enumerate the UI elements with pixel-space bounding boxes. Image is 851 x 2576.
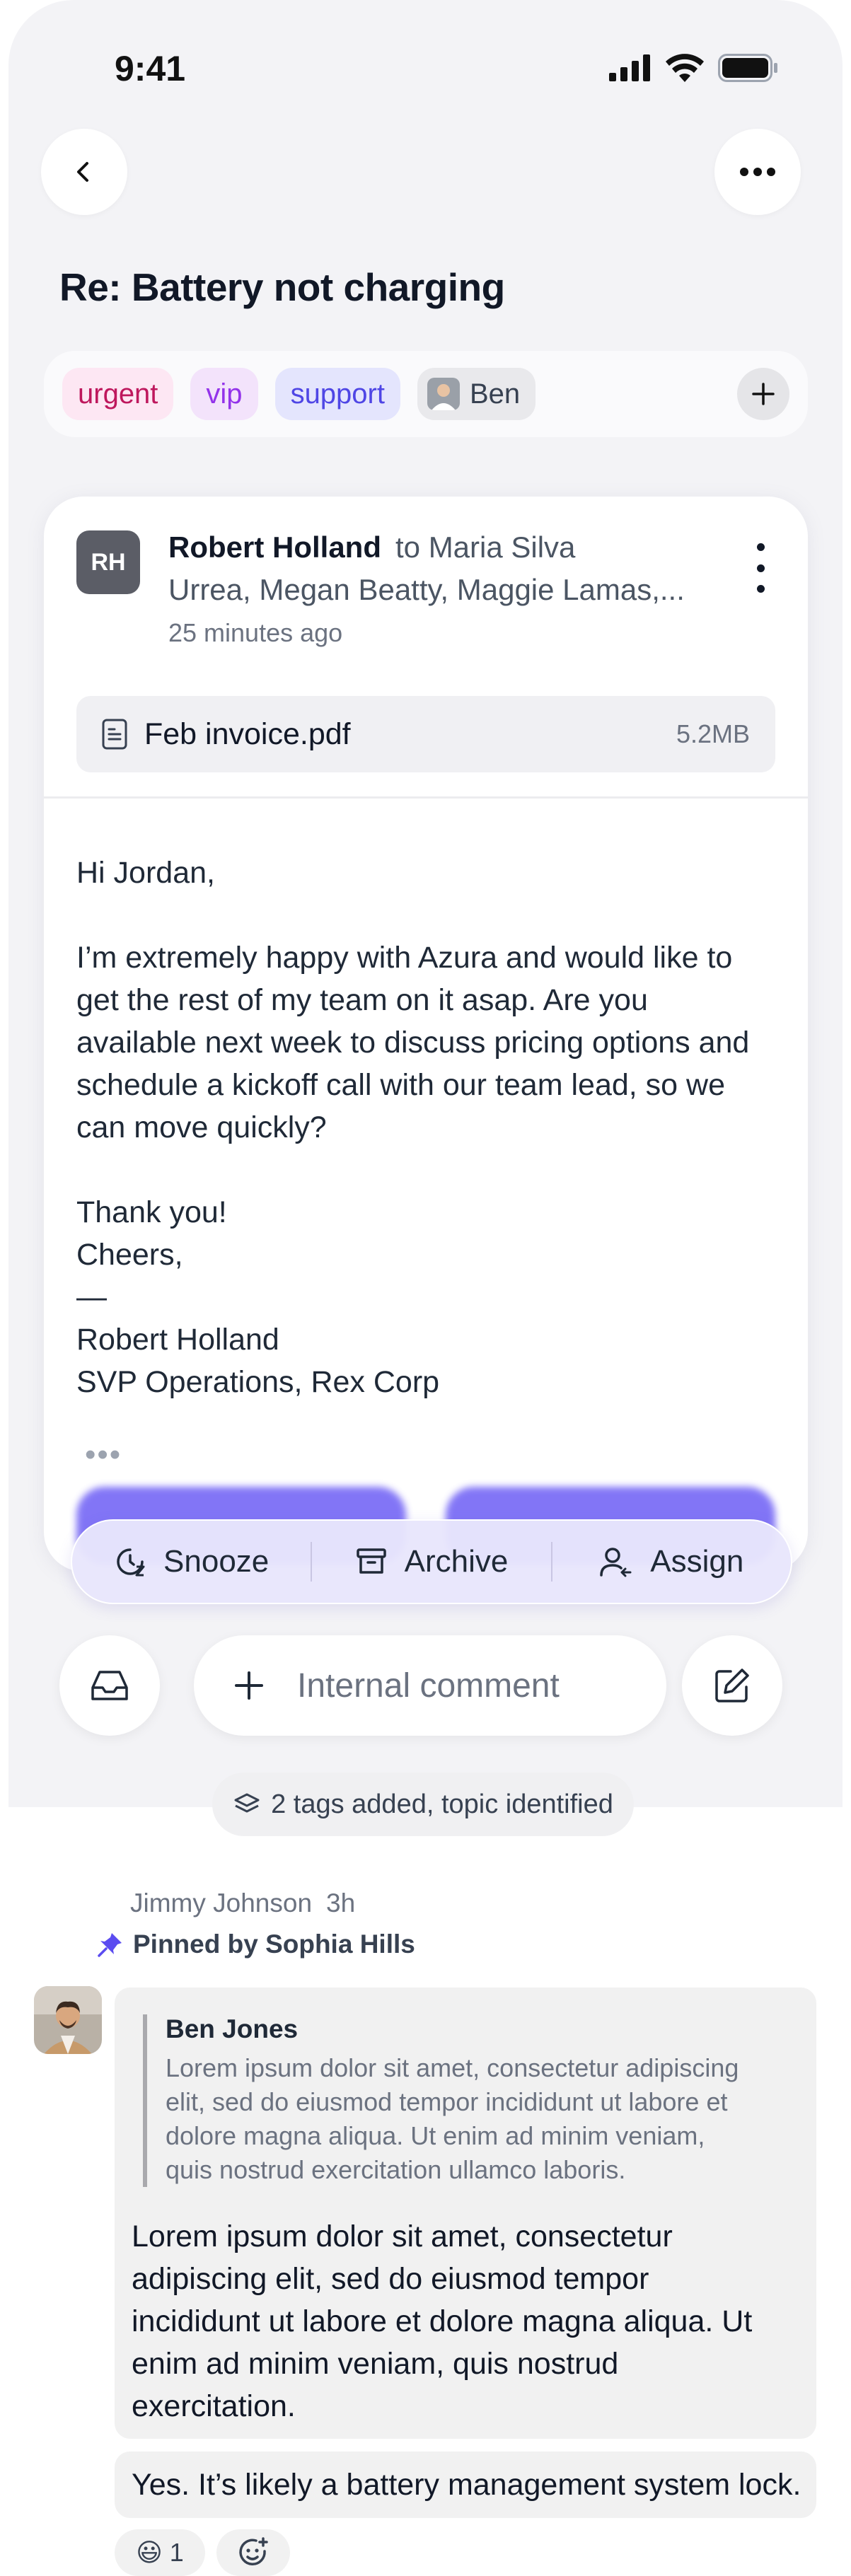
back-button[interactable] xyxy=(41,129,127,215)
quoted-message: Ben Jones Lorem ipsum dolor sit amet, co… xyxy=(143,2014,794,2187)
body-line: available next week to discuss pricing o… xyxy=(76,1026,750,1060)
more-horizontal-icon xyxy=(740,168,775,176)
assign-button[interactable]: Assign xyxy=(552,1544,791,1579)
message-bubble: Ben Jones Lorem ipsum dolor sit amet, co… xyxy=(115,1988,816,2439)
sender-name[interactable]: Robert Holland xyxy=(168,530,381,564)
body-line: schedule a kickoff call with our team le… xyxy=(76,1068,726,1102)
snooze-button[interactable]: Snooze xyxy=(72,1544,311,1579)
body-line: get the rest of my team on it asap. Are … xyxy=(76,983,648,1017)
inbox-button[interactable] xyxy=(59,1635,160,1736)
quote-line: quis nostrud exercitation ullamco labori… xyxy=(166,2155,626,2184)
signature-name: Robert Holland xyxy=(76,1323,279,1357)
snooze-label: Snooze xyxy=(163,1544,270,1579)
compose-icon xyxy=(715,1669,749,1702)
body-dash: — xyxy=(76,1280,107,1314)
quote-text: Lorem ipsum dolor sit amet, consectetur … xyxy=(166,2051,794,2187)
tags-row: urgent vip support Ben xyxy=(44,351,808,437)
status-bar: 9:41 xyxy=(8,0,843,134)
plus-icon xyxy=(752,383,775,405)
archive-button[interactable]: Archive xyxy=(312,1544,550,1579)
email-card: RH Robert Holland to Maria Silva Urrea, M… xyxy=(44,497,808,1572)
message-author-line: Jimmy Johnson 3h xyxy=(130,1889,355,1918)
add-emoji-icon xyxy=(239,2537,268,2565)
message-line: incididunt ut labore et dolore magna ali… xyxy=(132,2304,753,2338)
quote-line: dolore magna aliqua. Ut enim ad minim ve… xyxy=(166,2121,705,2150)
tag-urgent[interactable]: urgent xyxy=(62,368,174,420)
signal-icon xyxy=(609,54,650,81)
status-icons xyxy=(609,54,779,82)
event-text: 2 tags added, topic identified xyxy=(271,1789,613,1819)
status-time: 9:41 xyxy=(115,49,186,88)
sender-avatar: RH xyxy=(76,530,140,594)
body-line: can move quickly? xyxy=(76,1110,327,1144)
compose-button[interactable] xyxy=(682,1635,782,1736)
assign-label: Assign xyxy=(650,1544,744,1579)
inbox-icon xyxy=(91,1671,128,1700)
assignee-name: Ben xyxy=(469,378,521,410)
body-greeting: Hi Jordan, xyxy=(76,856,215,890)
more-button[interactable] xyxy=(714,129,801,215)
reply-bubble: Yes. It’s likely a battery management sy… xyxy=(115,2452,816,2518)
recipient: to Maria Silva xyxy=(395,530,576,564)
pin-icon xyxy=(98,1933,122,1957)
message-line: adipiscing elit, sed do eiusmod tempor xyxy=(132,2262,649,2296)
divider xyxy=(44,796,808,799)
email-body: Hi Jordan, I’m extremely happy with Azur… xyxy=(76,852,784,1403)
body-closing: Cheers, xyxy=(76,1238,183,1272)
action-bar: Snooze Archive Assign xyxy=(71,1519,792,1604)
pinned-label: Pinned by Sophia Hills xyxy=(98,1930,415,1959)
reaction-chip[interactable]: 😃 1 xyxy=(115,2529,205,2576)
assign-user-icon xyxy=(600,1548,632,1577)
avatar[interactable] xyxy=(34,1986,102,2054)
reaction-emoji: 😃 xyxy=(136,2538,163,2567)
cc-recipients[interactable]: Urrea, Megan Beatty, Maggie Lamas,... xyxy=(168,573,685,607)
wifi-icon xyxy=(666,54,704,82)
internal-comment-input[interactable]: Internal comment xyxy=(194,1635,666,1736)
page-title: Re: Battery not charging xyxy=(59,265,505,309)
pinned-text: Pinned by Sophia Hills xyxy=(133,1930,415,1959)
attachment-name: Feb invoice.pdf xyxy=(144,716,351,751)
message-line: Lorem ipsum dolor sit amet, consectetur xyxy=(132,2220,673,2253)
tag-vip[interactable]: vip xyxy=(190,368,258,420)
signature-title: SVP Operations, Rex Corp xyxy=(76,1365,440,1399)
battery-icon xyxy=(718,54,777,82)
message-line: exercitation. xyxy=(132,2389,296,2423)
message-text: Lorem ipsum dolor sit amet, consectetur … xyxy=(132,2215,804,2427)
file-icon xyxy=(102,719,127,750)
add-reaction-button[interactable] xyxy=(216,2529,290,2576)
phone-screen: 9:41 Re: Battery not charging urgent vip… xyxy=(8,0,843,1807)
body-thanks: Thank you! xyxy=(76,1195,227,1229)
snooze-clock-icon xyxy=(117,1548,145,1577)
email-menu-button[interactable] xyxy=(750,543,771,593)
archive-icon xyxy=(356,1548,386,1574)
message-time: 3h xyxy=(326,1889,356,1918)
attachment-size: 5.2MB xyxy=(676,719,750,748)
chevron-left-icon xyxy=(77,162,88,182)
quote-line: elit, sed do eiusmod tempor incididunt u… xyxy=(166,2087,728,2116)
layers-icon xyxy=(234,1793,260,1813)
comment-placeholder: Internal comment xyxy=(297,1666,560,1705)
message-author[interactable]: Jimmy Johnson xyxy=(130,1889,312,1918)
body-line: I’m extremely happy with Azura and would… xyxy=(76,941,733,975)
add-tag-button[interactable] xyxy=(737,368,789,420)
reaction-count: 1 xyxy=(169,2538,184,2567)
email-time: 25 minutes ago xyxy=(168,618,343,647)
message-line: enim ad minim veniam, quis nostrud xyxy=(132,2347,619,2381)
assignee-chip[interactable]: Ben xyxy=(417,368,536,420)
attachment[interactable]: Feb invoice.pdf 5.2MB xyxy=(76,696,775,772)
event-pill: 2 tags added, topic identified xyxy=(212,1773,634,1836)
sender-line: Robert Holland to Maria Silva xyxy=(168,530,575,564)
plus-icon[interactable] xyxy=(233,1670,265,1701)
quote-line: Lorem ipsum dolor sit amet, consectetur … xyxy=(166,2053,739,2082)
archive-label: Archive xyxy=(404,1544,509,1579)
assignee-avatar xyxy=(427,378,460,410)
show-more-button[interactable]: ••• xyxy=(85,1437,122,1473)
tag-support[interactable]: support xyxy=(274,368,400,420)
quote-author: Ben Jones xyxy=(166,2014,299,2043)
